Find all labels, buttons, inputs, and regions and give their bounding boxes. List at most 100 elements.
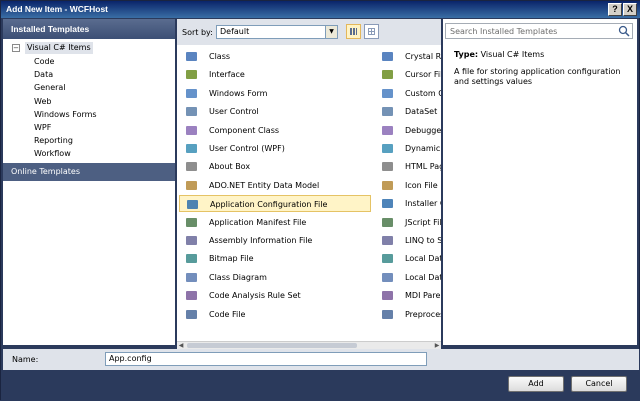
tree-node-workflow[interactable]: Workflow (3, 147, 175, 160)
dropdown-arrow-icon[interactable]: ▼ (325, 26, 337, 38)
template-item-label: HTML Page (405, 162, 441, 172)
template-item[interactable]: Bitmap File (179, 250, 371, 267)
sort-by-value: Default (220, 27, 250, 36)
template-item-label: ADO.NET Entity Data Model (209, 180, 320, 190)
cursor-icon (382, 70, 393, 80)
tree-node-web[interactable]: Web (3, 95, 175, 108)
dialog-footer: Name: App.config Add Cancel (1, 349, 640, 401)
template-item[interactable]: Application Configuration File (179, 195, 371, 213)
template-item[interactable]: Debugger V (375, 122, 441, 139)
sort-toolbar: Sort by: Default ▼ (177, 19, 441, 45)
scrollbar-thumb[interactable] (187, 343, 357, 348)
manifest-icon (186, 217, 197, 227)
template-item-label: Application Manifest File (209, 217, 307, 227)
type-value: Visual C# Items (480, 50, 545, 59)
template-item-label: Icon File (405, 180, 438, 190)
template-item-label: User Control (209, 107, 259, 117)
template-item[interactable]: Dynamic Da (375, 140, 441, 157)
template-item[interactable]: Installer Cla (375, 195, 441, 212)
assembly-info-icon (186, 236, 197, 245)
template-item-label: Assembly Information File (209, 236, 313, 245)
scroll-left-icon[interactable]: ◀ (177, 342, 185, 349)
template-item[interactable]: MDI Parent (375, 287, 441, 304)
tree-node-code[interactable]: Code (3, 55, 175, 68)
bitmap-icon (186, 254, 197, 264)
template-item[interactable]: Cursor File (375, 66, 441, 83)
template-item-label: MDI Parent (405, 291, 441, 301)
details-panel: Search Installed Templates Type: Visual … (443, 19, 637, 345)
scroll-right-icon[interactable]: ▶ (433, 342, 441, 349)
crystal-report-icon (382, 52, 393, 61)
template-item-label: Code File (209, 309, 246, 319)
template-item[interactable]: LINQ to SQ (375, 232, 441, 249)
component-icon (186, 125, 197, 135)
form-icon (186, 88, 197, 98)
template-item-label: About Box (209, 162, 251, 172)
small-icons-view-button[interactable] (364, 24, 379, 39)
template-item[interactable]: DataSet (375, 103, 441, 120)
about-box-icon (186, 162, 197, 172)
preprocess-icon (382, 309, 393, 319)
template-type: Type: Visual C# Items (454, 50, 544, 59)
template-item[interactable]: HTML Page (375, 158, 441, 175)
template-item[interactable]: Component Class (179, 122, 371, 139)
template-item[interactable]: Local Datab (375, 250, 441, 267)
template-item[interactable]: Windows Form (179, 85, 371, 102)
sort-by-dropdown[interactable]: Default ▼ (216, 25, 338, 39)
local-db-icon (382, 254, 393, 264)
medium-icons-view-button[interactable] (346, 24, 361, 39)
template-item[interactable]: Preprocess (375, 306, 441, 323)
template-item[interactable]: Code Analysis Rule Set (179, 287, 371, 304)
close-button[interactable]: X (623, 3, 637, 16)
template-item[interactable]: User Control (WPF) (179, 140, 371, 157)
template-item[interactable]: Crystal Rep (375, 48, 441, 65)
tree-node-data[interactable]: Data (3, 68, 175, 81)
tree-node-general[interactable]: General (3, 81, 175, 94)
help-button[interactable]: ? (608, 3, 622, 16)
tree-node-visual-csharp[interactable]: − Visual C# Items (11, 42, 175, 55)
template-item[interactable]: JScript File (375, 214, 441, 231)
search-templates-input[interactable]: Search Installed Templates (445, 23, 633, 39)
add-button[interactable]: Add (508, 376, 564, 392)
name-field[interactable]: App.config (105, 352, 427, 366)
template-item[interactable]: Assembly Information File (179, 232, 371, 249)
template-item[interactable]: ADO.NET Entity Data Model (179, 177, 371, 194)
template-item[interactable]: Local Datab (375, 269, 441, 286)
template-item-label: Application Configuration File (210, 200, 328, 210)
template-item[interactable]: About Box (179, 158, 371, 175)
template-item[interactable]: Custom Co (375, 85, 441, 102)
search-icon[interactable] (618, 25, 630, 37)
template-item[interactable]: Interface (179, 66, 371, 83)
window-title: Add New Item - WCFHost (6, 4, 108, 14)
template-item[interactable]: Class Diagram (179, 269, 371, 286)
template-tree-panel: Installed Templates − Visual C# Items Co… (3, 19, 175, 345)
template-list: Class Interface Windows Form User Control Co… (177, 45, 441, 341)
horizontal-scrollbar[interactable]: ◀ ▶ (177, 341, 441, 349)
user-control-icon (186, 107, 197, 117)
add-new-item-dialog: Add New Item - WCFHost ? X Installed Tem… (0, 0, 640, 401)
tree-node-label[interactable]: Visual C# Items (25, 42, 93, 54)
template-item-label: Custom Co (405, 88, 441, 98)
tree-node-windows-forms[interactable]: Windows Forms (3, 108, 175, 121)
template-item[interactable]: User Control (179, 103, 371, 120)
grid-view-icon (368, 28, 375, 35)
template-tree: − Visual C# Items Code Data General Web … (3, 39, 175, 161)
name-row: Name: App.config (3, 349, 639, 370)
collapse-icon[interactable]: − (12, 44, 20, 52)
jscript-icon (382, 217, 393, 227)
config-file-icon (187, 200, 198, 210)
template-item-label: Windows Form (209, 88, 268, 98)
template-item[interactable]: Class (179, 48, 371, 65)
tree-node-wpf[interactable]: WPF (3, 121, 175, 134)
tree-node-reporting[interactable]: Reporting (3, 134, 175, 147)
cancel-button[interactable]: Cancel (571, 376, 627, 392)
type-label: Type: (454, 50, 479, 59)
template-item[interactable]: Icon File (375, 177, 441, 194)
template-item[interactable]: Application Manifest File (179, 214, 371, 231)
template-item[interactable]: Code File (179, 306, 371, 323)
rule-set-icon (186, 291, 197, 301)
template-item-label: Bitmap File (209, 254, 254, 264)
title-bar: Add New Item - WCFHost ? X (1, 1, 640, 18)
installed-templates-header[interactable]: Installed Templates (3, 19, 175, 39)
online-templates-header[interactable]: Online Templates (3, 163, 175, 181)
